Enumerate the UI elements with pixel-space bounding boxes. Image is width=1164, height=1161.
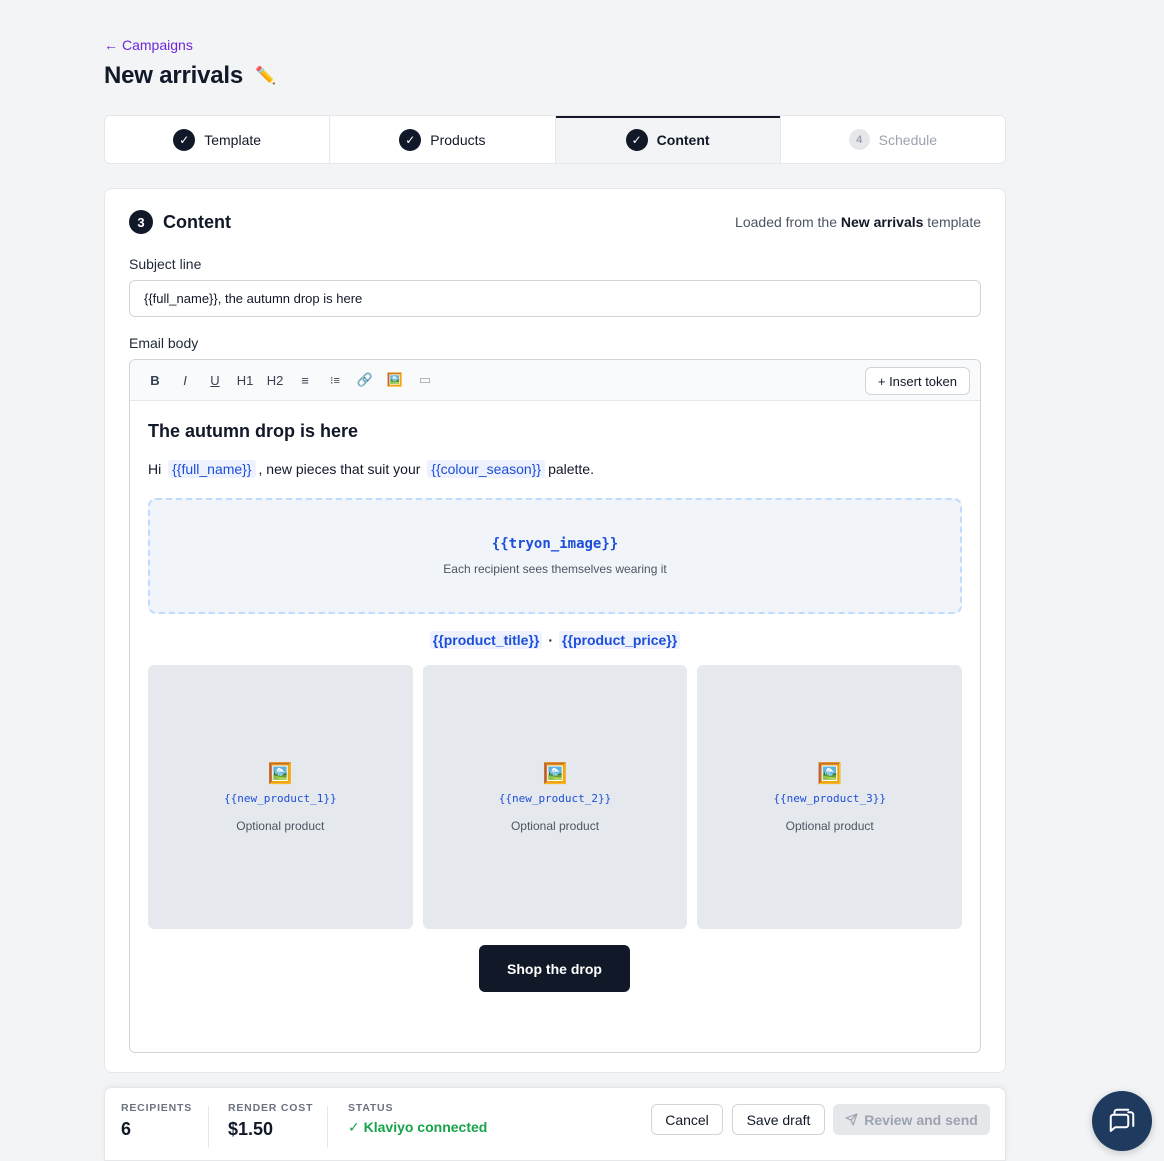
status-stat: STATUS ✓ Klaviyo connected bbox=[348, 1102, 487, 1136]
product-price-token: {{product_price}} bbox=[559, 631, 681, 649]
review-and-send-button[interactable]: Review and send bbox=[833, 1104, 990, 1135]
product-token: {{new_product_2}} bbox=[498, 792, 612, 805]
tryon-caption: Each recipient sees themselves wearing i… bbox=[443, 562, 667, 576]
product-grid: 🖼️ {{new_product_1}} Optional product 🖼️… bbox=[148, 665, 963, 929]
back-to-campaigns-link[interactable]: ← Campaigns bbox=[104, 37, 193, 53]
email-body-editor[interactable]: B I U H1 H2 ≡ ⁝≡ 🔗 🖼️ ▭ + Insert token T… bbox=[129, 359, 981, 1053]
product-slot-2[interactable]: 🖼️ {{new_product_2}} Optional product bbox=[422, 665, 688, 929]
italic-button[interactable]: I bbox=[170, 365, 200, 395]
colour-season-token: {{colour_season}} bbox=[427, 460, 546, 478]
template-source-note: Loaded from the New arrivals template bbox=[735, 214, 981, 230]
chat-support-button[interactable] bbox=[1092, 1091, 1152, 1151]
intro-text: , new pieces that suit your bbox=[258, 461, 421, 477]
back-link-label: Campaigns bbox=[122, 37, 193, 53]
title-row: New arrivals ✏️ bbox=[104, 62, 276, 90]
link-icon[interactable]: 🔗 bbox=[350, 365, 380, 395]
email-heading: The autumn drop is here bbox=[148, 421, 359, 441]
note-prefix: Loaded from the bbox=[735, 214, 838, 230]
status-label: STATUS bbox=[348, 1102, 394, 1114]
page-title: New arrivals bbox=[104, 62, 244, 89]
render-cost-value: $1.50 bbox=[228, 1119, 274, 1139]
campaign-stepper: ✓ Template ✓ Products ✓ Content 4 Schedu… bbox=[104, 115, 1006, 164]
step-schedule[interactable]: 4 Schedule bbox=[781, 116, 1005, 163]
step-content[interactable]: ✓ Content bbox=[555, 116, 781, 163]
section-title: 3 Content bbox=[129, 210, 231, 234]
review-and-send-label: Review and send bbox=[864, 1111, 978, 1128]
product-token: {{new_product_3}} bbox=[773, 792, 886, 805]
cancel-button[interactable]: Cancel bbox=[651, 1104, 723, 1135]
arrow-left-icon: ← bbox=[104, 37, 118, 53]
step-label: Content bbox=[656, 131, 710, 148]
divider bbox=[208, 1106, 209, 1148]
product-caption: Optional product bbox=[236, 819, 325, 833]
pencil-icon[interactable]: ✏️ bbox=[255, 66, 276, 86]
email-intro-paragraph: Hi {{full_name}} , new pieces that suit … bbox=[148, 460, 962, 478]
content-card: 3 Content Loaded from the New arrivals t… bbox=[104, 188, 1006, 1073]
image-icon: 🖼️ bbox=[542, 763, 568, 785]
separator-dot: · bbox=[548, 632, 554, 648]
recipients-stat: RECIPIENTS 6 bbox=[121, 1102, 192, 1140]
note-template-name: New arrivals bbox=[840, 214, 924, 230]
render-cost-label: RENDER COST bbox=[228, 1102, 314, 1114]
subject-line-input[interactable] bbox=[129, 280, 981, 317]
product-slot-3[interactable]: 🖼️ {{new_product_3}} Optional product bbox=[697, 665, 963, 929]
step-template[interactable]: ✓ Template bbox=[105, 116, 331, 163]
product-title-price-row: {{product_title}} · {{product_price}} bbox=[148, 631, 962, 649]
heading1-button[interactable]: H1 bbox=[230, 365, 260, 395]
editor-toolbar: B I U H1 H2 ≡ ⁝≡ 🔗 🖼️ ▭ + Insert token bbox=[130, 360, 980, 401]
card-header: 3 Content Loaded from the New arrivals t… bbox=[129, 209, 981, 235]
step-label: Schedule bbox=[878, 131, 938, 148]
tryon-image-token: {{tryon_image}} bbox=[491, 536, 619, 552]
section-title-text: Content bbox=[163, 211, 231, 232]
email-body-label: Email body bbox=[129, 335, 199, 351]
step-products[interactable]: ✓ Products bbox=[330, 116, 556, 163]
bold-button[interactable]: B bbox=[140, 365, 170, 395]
step-label: Products bbox=[430, 131, 486, 148]
check-icon: ✓ bbox=[625, 128, 648, 151]
recipients-value: 6 bbox=[121, 1119, 132, 1139]
product-slot-1[interactable]: 🖼️ {{new_product_1}} Optional product bbox=[148, 665, 413, 929]
step-number-badge: 4 bbox=[848, 129, 870, 150]
send-icon bbox=[845, 1113, 858, 1126]
chat-icon bbox=[1109, 1108, 1135, 1132]
shop-the-drop-button[interactable]: Shop the drop bbox=[479, 945, 630, 992]
check-icon: ✓ bbox=[173, 128, 196, 151]
recipients-label: RECIPIENTS bbox=[121, 1102, 193, 1114]
campaign-footer-bar: RECIPIENTS 6 RENDER COST $1.50 STATUS ✓ … bbox=[104, 1087, 1006, 1161]
heading2-button[interactable]: H2 bbox=[260, 365, 290, 395]
image-icon: 🖼️ bbox=[817, 763, 843, 785]
image-icon: 🖼️ bbox=[267, 763, 293, 785]
image-icon[interactable]: 🖼️ bbox=[380, 365, 410, 395]
render-cost-stat: RENDER COST $1.50 bbox=[228, 1102, 313, 1140]
underline-button[interactable]: U bbox=[200, 365, 230, 395]
insert-token-button[interactable]: + Insert token bbox=[864, 367, 970, 395]
tryon-image-placeholder[interactable]: {{tryon_image}} Each recipient sees them… bbox=[148, 498, 962, 614]
product-caption: Optional product bbox=[510, 819, 600, 833]
editor-body[interactable]: The autumn drop is here Hi {{full_name}}… bbox=[130, 401, 980, 1052]
subject-line-label: Subject line bbox=[129, 256, 202, 272]
check-icon: ✓ bbox=[399, 128, 422, 151]
numbered-list-icon[interactable]: ⁝≡ bbox=[320, 365, 350, 395]
note-suffix: template bbox=[927, 214, 981, 230]
save-draft-button[interactable]: Save draft bbox=[732, 1104, 825, 1135]
product-title-token: {{product_title}} bbox=[429, 631, 543, 649]
bullet-list-icon[interactable]: ≡ bbox=[290, 365, 320, 395]
section-number-badge: 3 bbox=[129, 210, 153, 234]
product-caption: Optional product bbox=[785, 819, 874, 833]
full-name-token: {{full_name}} bbox=[168, 460, 256, 478]
intro-text: palette. bbox=[548, 461, 594, 477]
product-token: {{new_product_1}} bbox=[224, 792, 337, 805]
status-value: ✓ Klaviyo connected bbox=[348, 1119, 488, 1135]
button-block-icon[interactable]: ▭ bbox=[410, 365, 440, 395]
intro-text: Hi bbox=[148, 461, 162, 477]
divider bbox=[327, 1106, 328, 1148]
step-label: Template bbox=[204, 131, 262, 148]
